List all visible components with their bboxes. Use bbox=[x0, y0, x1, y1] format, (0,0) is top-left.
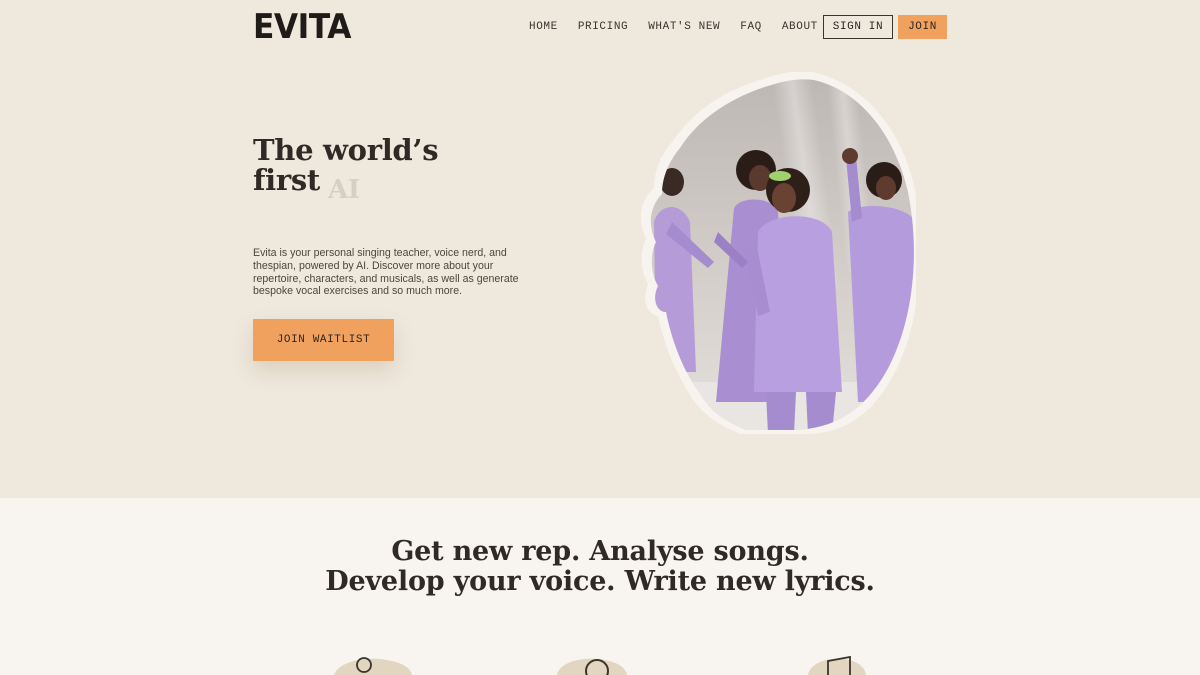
music-note-icon bbox=[808, 655, 866, 675]
features-heading-line1: Get new rep. Analyse songs. bbox=[391, 536, 809, 567]
features-heading-line2: Develop your voice. Write new lyrics. bbox=[325, 566, 875, 597]
join-button[interactable]: JOIN bbox=[898, 15, 947, 39]
hero-title-line2: first bbox=[253, 163, 320, 197]
nav-about[interactable]: ABOUT bbox=[782, 20, 818, 34]
main-nav: HOME PRICING WHAT'S NEW FAQ ABOUT bbox=[529, 20, 818, 34]
hero-description: Evita is your personal singing teacher, … bbox=[253, 247, 519, 298]
join-waitlist-button[interactable]: JOIN WAITLIST bbox=[253, 319, 394, 361]
features-heading: Get new rep. Analyse songs. Develop your… bbox=[0, 537, 1200, 597]
magnifier-icon bbox=[557, 658, 627, 675]
hero-photo bbox=[640, 72, 916, 434]
sign-in-button[interactable]: SIGN IN bbox=[823, 15, 893, 39]
person-icon bbox=[334, 657, 412, 675]
hero-title-line2-row: first AI bbox=[253, 163, 438, 205]
nav-home[interactable]: HOME bbox=[529, 20, 558, 34]
nav-whats-new[interactable]: WHAT'S NEW bbox=[648, 20, 720, 34]
hero-title-rotating-word: AI bbox=[328, 175, 360, 205]
nav-faq[interactable]: FAQ bbox=[740, 20, 762, 34]
site-header: EVITA HOME PRICING WHAT'S NEW FAQ ABOUT … bbox=[0, 0, 1200, 56]
nav-pricing[interactable]: PRICING bbox=[578, 20, 628, 34]
hero-title: The world’s first AI bbox=[253, 133, 439, 205]
hero-title-line1: The world’s bbox=[253, 133, 439, 167]
evita-logo[interactable]: EVITA bbox=[253, 9, 351, 45]
